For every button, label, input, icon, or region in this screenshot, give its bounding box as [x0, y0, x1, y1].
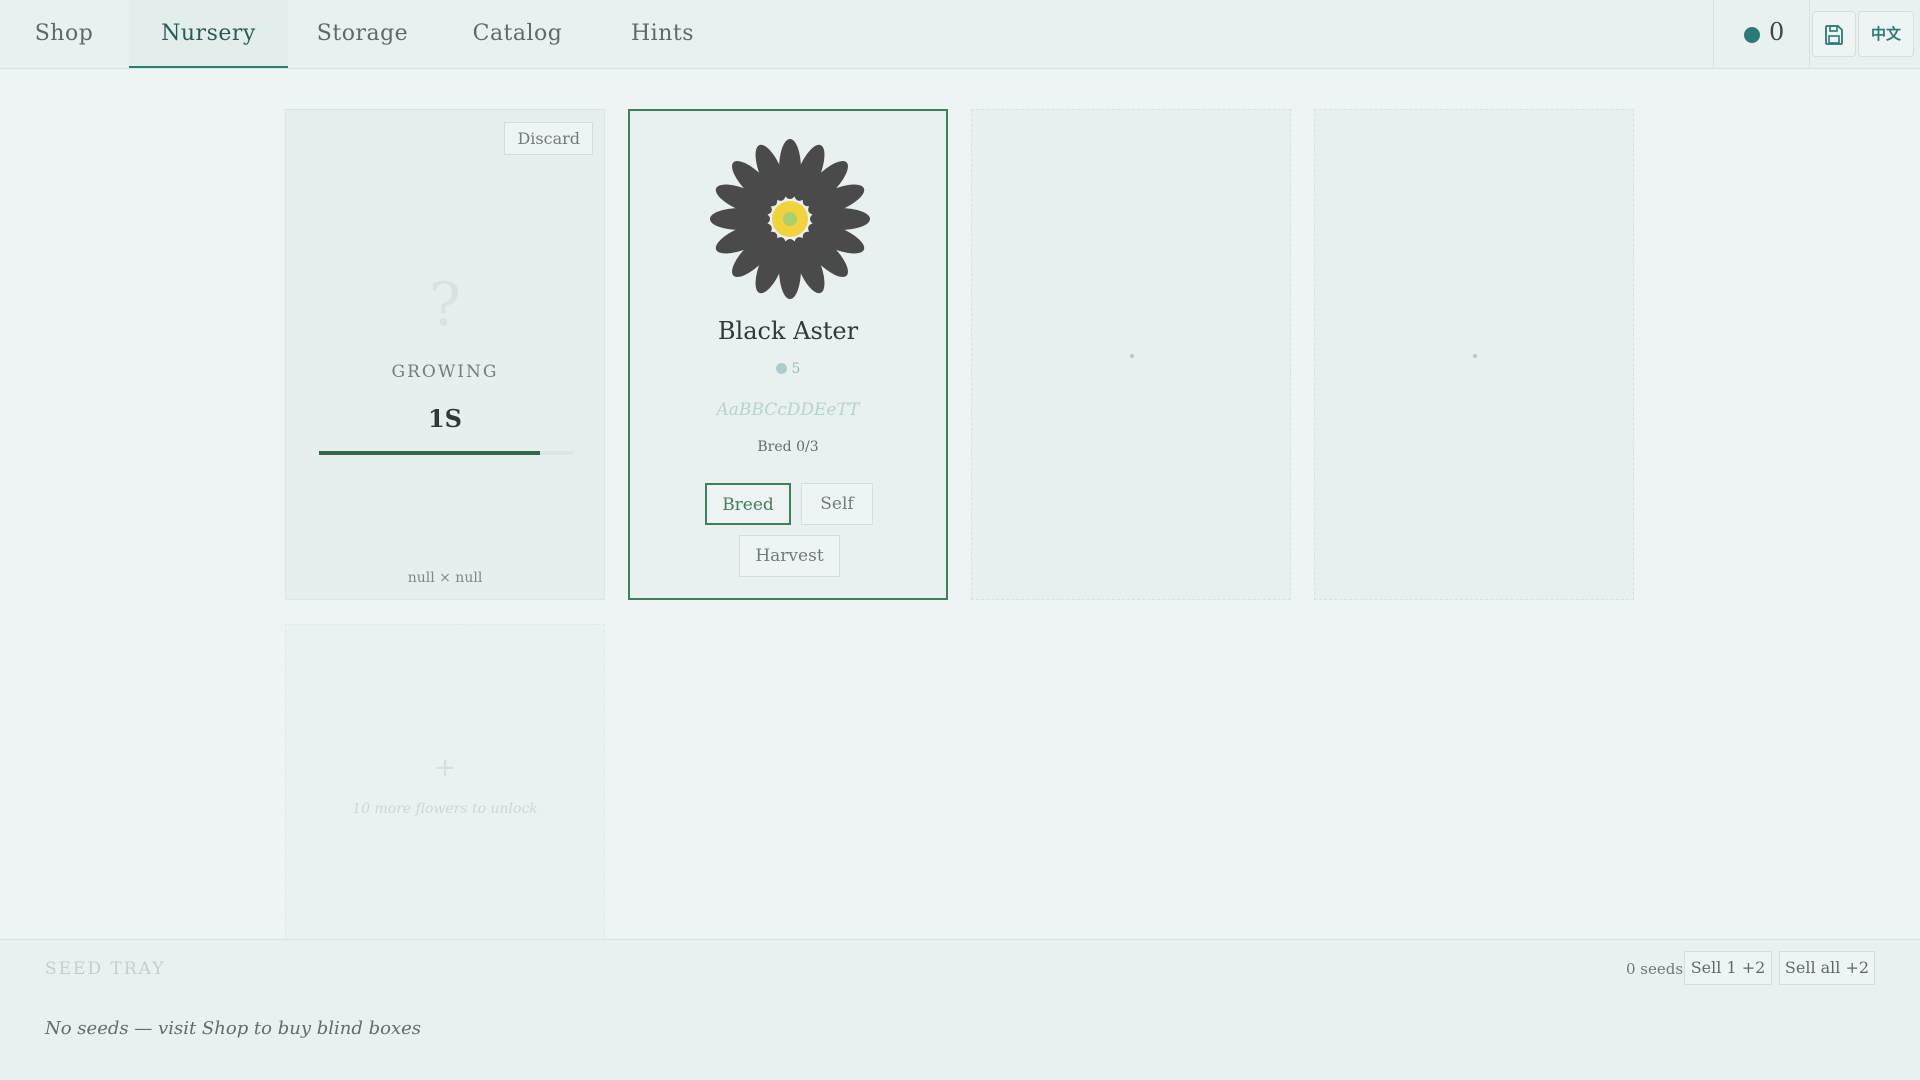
sell-one-button[interactable]: Sell 1 +2 — [1684, 951, 1772, 985]
grow-progress-bar — [319, 451, 573, 455]
tab-shop[interactable]: Shop — [0, 0, 128, 68]
breed-button[interactable]: Breed — [705, 483, 791, 525]
nursery-slot-growing: Discard ? GROWING 1S null × null — [285, 109, 605, 600]
tab-catalog[interactable]: Catalog — [460, 0, 575, 68]
nursery-slot-flower[interactable]: Black Aster 5 AaBBCcDDEeTT Bred 0/3 Bree… — [628, 109, 948, 600]
tab-nursery[interactable]: Nursery — [129, 0, 288, 68]
grow-timer: 1S — [427, 404, 463, 433]
empty-slot-dot — [1473, 354, 1477, 358]
coin-count: 0 — [1769, 18, 1785, 46]
seed-tray: SEED TRAY 0 seeds Sell 1 +2 Sell all +2 … — [0, 939, 1920, 1080]
flower-name: Black Aster — [717, 317, 859, 345]
flower-genotype: AaBBCcDDEeTT — [716, 400, 860, 420]
top-nav: Shop Nursery Storage Catalog Hints 0 中文 — [0, 0, 1920, 69]
sell-all-button[interactable]: Sell all +2 — [1779, 951, 1875, 985]
seed-tray-title: SEED TRAY — [45, 959, 166, 979]
coin-balance: 0 — [1713, 0, 1810, 68]
unlock-hint: 10 more flowers to unlock — [352, 801, 538, 817]
flower-value-number: 5 — [791, 361, 801, 377]
self-pollinate-button[interactable]: Self — [801, 483, 873, 525]
nursery-slot-locked: + 10 more flowers to unlock — [285, 624, 605, 940]
tab-storage[interactable]: Storage — [305, 0, 420, 68]
plus-icon: + — [434, 753, 456, 783]
nursery-slot-empty[interactable] — [971, 109, 1291, 600]
grow-progress-fill — [319, 451, 540, 455]
bred-count: Bred 0/3 — [757, 439, 819, 455]
save-button[interactable] — [1812, 11, 1856, 57]
parent-pair: null × null — [407, 570, 483, 586]
seed-count: 0 seeds — [1626, 960, 1684, 978]
unknown-flower-placeholder: ? — [428, 270, 462, 340]
flower-value: 5 — [630, 361, 946, 377]
empty-slot-dot — [1130, 354, 1134, 358]
language-toggle-button[interactable]: 中文 — [1858, 11, 1914, 57]
coin-icon — [1744, 27, 1760, 43]
save-icon — [1825, 24, 1843, 45]
nursery-slot-empty[interactable] — [1314, 109, 1634, 600]
tab-hints[interactable]: Hints — [615, 0, 710, 68]
aster-flower-icon — [710, 139, 870, 299]
discard-button[interactable]: Discard — [504, 122, 593, 155]
harvest-button[interactable]: Harvest — [739, 535, 840, 577]
value-dot-icon — [775, 363, 787, 374]
seed-tray-empty-message: No seeds — visit Shop to buy blind boxes — [45, 1018, 422, 1039]
growing-status: GROWING — [391, 362, 499, 382]
